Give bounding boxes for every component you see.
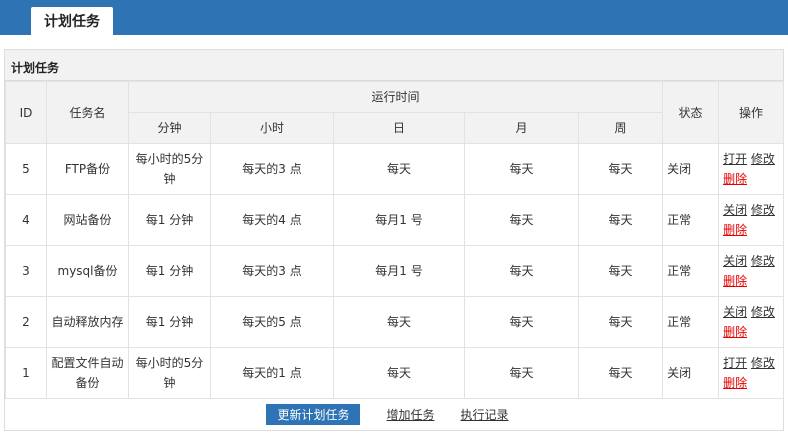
cell-hour: 每天的3 点 (210, 245, 334, 297)
header-id: ID (5, 81, 47, 144)
header-hour: 小时 (210, 112, 334, 144)
execution-log-link[interactable]: 执行记录 (461, 406, 509, 423)
edit-link[interactable]: 修改 (751, 305, 775, 319)
cell-minute: 每1 分钟 (128, 245, 211, 297)
header-day: 日 (333, 112, 465, 144)
update-tasks-button[interactable]: 更新计划任务 (266, 404, 361, 425)
cell-week: 每天 (577, 245, 664, 297)
header-run-time: 运行时间 (127, 81, 664, 113)
cell-status: 正常 (662, 296, 720, 348)
header-name: 任务名 (46, 81, 129, 144)
cell-month: 每天 (464, 194, 579, 246)
cell-id: 4 (5, 194, 47, 246)
cell-minute: 每小时的5分钟 (128, 347, 211, 399)
cell-actions: 关闭 修改 删除 (718, 194, 785, 246)
header-action: 操作 (718, 81, 785, 144)
delete-link[interactable]: 删除 (723, 376, 747, 390)
cell-week: 每天 (577, 296, 664, 348)
edit-link[interactable]: 修改 (751, 152, 775, 166)
cell-id: 5 (5, 143, 47, 195)
cell-day: 每天 (333, 143, 465, 195)
tab-scheduled-tasks[interactable]: 计划任务 (31, 7, 113, 35)
cell-actions: 打开 修改 删除 (718, 143, 785, 195)
cell-name: 配置文件自动备份 (46, 347, 129, 399)
cell-month: 每天 (464, 143, 579, 195)
header-month: 月 (464, 112, 579, 144)
delete-link[interactable]: 删除 (723, 325, 747, 339)
cell-id: 2 (5, 296, 47, 348)
cell-month: 每天 (464, 347, 579, 399)
cell-name: mysql备份 (46, 245, 129, 297)
cell-actions: 打开 修改 删除 (718, 347, 785, 399)
cell-name: 网站备份 (46, 194, 129, 246)
cell-minute: 每小时的5分钟 (128, 143, 211, 195)
cell-status: 正常 (662, 194, 720, 246)
table-row: 2 自动释放内存 每1 分钟 每天的5 点 每天 每天 每天 正常 关闭 修改 … (5, 296, 785, 348)
cell-status: 关闭 (662, 347, 720, 399)
cell-status: 正常 (662, 245, 720, 297)
header-minute: 分钟 (128, 112, 211, 144)
header-status: 状态 (662, 81, 720, 144)
table-row: 5 FTP备份 每小时的5分钟 每天的3 点 每天 每天 每天 关闭 打开 修改… (5, 143, 785, 195)
cell-day: 每天 (333, 347, 465, 399)
cell-month: 每天 (464, 245, 579, 297)
cell-minute: 每1 分钟 (128, 194, 211, 246)
cell-month: 每天 (464, 296, 579, 348)
delete-link[interactable]: 删除 (723, 172, 747, 186)
cell-id: 1 (5, 347, 47, 399)
header-week: 周 (577, 112, 664, 144)
cell-status: 关闭 (662, 143, 720, 195)
table-row: 3 mysql备份 每1 分钟 每天的3 点 每月1 号 每天 每天 正常 关闭… (5, 245, 785, 297)
cell-day: 每月1 号 (333, 194, 465, 246)
toggle-link[interactable]: 关闭 (723, 305, 747, 319)
cell-actions: 关闭 修改 删除 (718, 296, 785, 348)
toggle-link[interactable]: 打开 (723, 356, 747, 370)
cell-week: 每天 (577, 143, 664, 195)
toggle-link[interactable]: 关闭 (723, 254, 747, 268)
cell-actions: 关闭 修改 删除 (718, 245, 785, 297)
cell-name: FTP备份 (46, 143, 129, 195)
cell-day: 每月1 号 (333, 245, 465, 297)
tasks-panel: 计划任务 ID 任务名 运行时间 状态 操作 分钟 小时 日 月 周 5 FTP… (4, 49, 785, 431)
cell-hour: 每天的1 点 (210, 347, 334, 399)
cell-hour: 每天的5 点 (210, 296, 334, 348)
cell-hour: 每天的3 点 (210, 143, 334, 195)
edit-link[interactable]: 修改 (751, 203, 775, 217)
edit-link[interactable]: 修改 (751, 356, 775, 370)
delete-link[interactable]: 删除 (723, 274, 747, 288)
table-row: 1 配置文件自动备份 每小时的5分钟 每天的1 点 每天 每天 每天 关闭 打开… (5, 347, 785, 399)
cell-name: 自动释放内存 (46, 296, 129, 348)
cell-hour: 每天的4 点 (210, 194, 334, 246)
table-row: 4 网站备份 每1 分钟 每天的4 点 每月1 号 每天 每天 正常 关闭 修改… (5, 194, 785, 246)
cell-id: 3 (5, 245, 47, 297)
tasks-table: ID 任务名 运行时间 状态 操作 分钟 小时 日 月 周 5 FTP备份 每小… (5, 81, 785, 399)
cell-minute: 每1 分钟 (128, 296, 211, 348)
add-task-link[interactable]: 增加任务 (386, 406, 434, 423)
delete-link[interactable]: 删除 (723, 223, 747, 237)
toggle-link[interactable]: 打开 (723, 152, 747, 166)
panel-title: 计划任务 (5, 50, 783, 81)
cell-day: 每天 (333, 296, 465, 348)
edit-link[interactable]: 修改 (751, 254, 775, 268)
table-footer: 更新计划任务 增加任务 执行记录 (5, 399, 783, 430)
top-bar: 计划任务 (0, 0, 788, 35)
cell-week: 每天 (577, 194, 664, 246)
toggle-link[interactable]: 关闭 (723, 203, 747, 217)
cell-week: 每天 (577, 347, 664, 399)
